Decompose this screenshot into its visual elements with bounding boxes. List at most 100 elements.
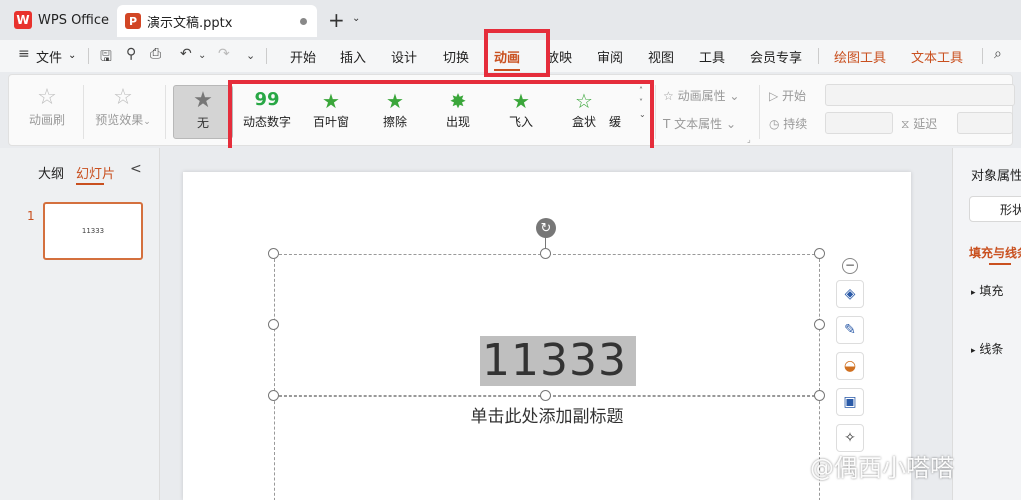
duration-label: 持续 <box>783 117 808 131</box>
redo-icon[interactable]: ↷ <box>218 46 230 62</box>
resize-handle-bottom-left[interactable] <box>268 390 279 401</box>
star-brush-icon: ☆ <box>37 85 57 110</box>
tab-design[interactable]: 设计 <box>391 47 417 66</box>
delay-label-group: ⧖ 延迟 <box>901 117 938 131</box>
preview-effect-button[interactable]: ☆ 预览效果⌄ <box>87 85 159 128</box>
tab-fill-and-line[interactable]: 填充与线条 <box>969 244 1021 261</box>
thumbnail-text: 11333 <box>81 227 105 235</box>
file-menu[interactable]: 文件 <box>36 47 62 66</box>
menu-separator <box>818 48 819 64</box>
effect-none-button[interactable]: ★ 无 <box>173 85 233 139</box>
star-filled-icon: ★ <box>193 88 213 113</box>
new-tab-button[interactable]: + <box>328 8 345 32</box>
delay-stepper[interactable] <box>957 112 1013 134</box>
hamburger-icon[interactable]: ≡ <box>18 46 30 62</box>
tab-home[interactable]: 开始 <box>290 47 316 66</box>
print-preview-icon[interactable]: ⎙ <box>150 46 161 62</box>
object-properties-title: 对象属性 <box>971 169 1021 184</box>
wps-home-tab-label: WPS Office <box>38 12 110 28</box>
undo-icon[interactable]: ↶ <box>180 46 192 62</box>
line-section-label: 线条 <box>979 342 1004 356</box>
undo-dropdown-icon[interactable]: ⌄ <box>198 50 206 61</box>
tab-slides[interactable]: 幻灯片 <box>76 163 115 182</box>
menu-separator <box>266 48 267 64</box>
resize-handle-top-left[interactable] <box>268 248 279 259</box>
menu-separator <box>88 48 89 64</box>
link-icon[interactable]: ⚲ <box>126 46 136 62</box>
document-tab[interactable]: P 演示文稿.pptx <box>117 5 317 37</box>
resize-handle-top[interactable] <box>540 248 551 259</box>
slide-navigation-panel: 大纲 幻灯片 < 1 11333 <box>0 148 160 500</box>
effect-none-label: 无 <box>196 116 209 130</box>
slide-title-text[interactable]: 11333 <box>480 336 636 386</box>
tab-outline[interactable]: 大纲 <box>38 163 64 182</box>
delay-label: 延迟 <box>913 117 938 131</box>
ribbon-separator <box>83 85 84 139</box>
duration-stepper[interactable] <box>825 112 893 134</box>
shape-options-button[interactable]: 形状 <box>969 196 1021 222</box>
fill-section-label: 填充 <box>979 284 1004 298</box>
wps-logo-icon: W <box>14 11 32 29</box>
line-section-toggle[interactable]: ▸ 线条 <box>971 340 1003 357</box>
animation-properties-button[interactable]: ☆ 动画属性 ⌄ <box>663 87 739 104</box>
object-properties-panel: 对象属性 形状 填充与线条 ▸ 填充 ▸ 线条 <box>952 148 1021 500</box>
dialog-launcher-icon[interactable]: ⌟ <box>747 135 751 144</box>
animation-brush-button[interactable]: ☆ 动画刷 <box>17 85 77 128</box>
shape-options-label: 形状 <box>1000 203 1021 217</box>
resize-handle-bottom[interactable] <box>540 390 551 401</box>
animation-properties-label: 动画属性 <box>677 89 726 103</box>
ribbon-separator <box>165 85 166 139</box>
more-chevron-icon[interactable]: ⌄ <box>246 49 255 62</box>
text-properties-button[interactable]: T 文本属性 ⌄ <box>663 115 736 132</box>
layers-icon[interactable]: ◈ <box>836 280 864 308</box>
file-menu-caret-icon[interactable]: ⌄ <box>68 50 76 61</box>
tab-tools[interactable]: 工具 <box>699 47 725 66</box>
outline-box-icon[interactable]: ▣ <box>836 388 864 416</box>
ribbon-separator <box>655 85 656 139</box>
presentation-file-icon: P <box>125 13 141 29</box>
preview-caret-icon: ⌄ <box>143 117 151 127</box>
tab-text-tools[interactable]: 文本工具 <box>911 47 963 66</box>
tab-drawing-tools[interactable]: 绘图工具 <box>834 47 886 66</box>
highlight-animation-tab <box>484 29 550 77</box>
duration-label-group: ◷ 持续 <box>769 117 808 131</box>
expand-triangle-icon: ▸ <box>971 288 976 298</box>
resize-handle-top-right[interactable] <box>814 248 825 259</box>
animation-brush-label: 动画刷 <box>28 113 65 127</box>
new-tab-dropdown-icon[interactable]: ⌄ <box>352 13 360 24</box>
tab-review[interactable]: 审阅 <box>597 47 623 66</box>
resize-handle-right[interactable] <box>814 319 825 330</box>
fill-bucket-icon[interactable]: ◒ <box>836 352 864 380</box>
tab-insert[interactable]: 插入 <box>340 47 366 66</box>
tab-member[interactable]: 会员专享 <box>750 47 802 66</box>
star-outline-icon: ☆ <box>113 85 133 110</box>
resize-handle-bottom-right[interactable] <box>814 390 825 401</box>
tab-transition[interactable]: 切换 <box>443 47 469 66</box>
start-label-group: ▷ 开始 <box>769 89 807 103</box>
save-icon[interactable]: 🖫 <box>100 46 112 70</box>
expand-triangle-icon: ▸ <box>971 346 976 356</box>
start-select[interactable] <box>825 84 1015 106</box>
resize-handle-left[interactable] <box>268 319 279 330</box>
slide-thumbnail[interactable]: 11333 <box>43 202 143 260</box>
search-icon[interactable]: ⌕ <box>994 46 1002 62</box>
fill-line-tab-underline <box>989 263 1011 265</box>
fill-section-toggle[interactable]: ▸ 填充 <box>971 282 1003 299</box>
ribbon-separator <box>759 85 760 139</box>
document-tab-label: 演示文稿.pptx <box>147 15 233 31</box>
subtitle-placeholder-text[interactable]: 单击此处添加副标题 <box>440 402 654 427</box>
collapse-panel-icon[interactable]: < <box>130 161 142 177</box>
rotate-handle-icon[interactable]: ↻ <box>536 218 556 238</box>
slides-tab-underline <box>76 183 104 185</box>
collapse-toolbar-icon[interactable]: − <box>842 258 858 274</box>
start-label: 开始 <box>782 89 807 103</box>
brush-style-icon[interactable]: ✎ <box>836 316 864 344</box>
highlight-effect-gallery <box>228 80 654 157</box>
unsaved-dot-icon[interactable] <box>300 18 307 25</box>
wps-home-tab[interactable]: W WPS Office <box>6 5 110 35</box>
slide-number: 1 <box>27 209 35 223</box>
text-properties-label: 文本属性 <box>674 117 723 131</box>
watermark-text: @偶西小嗒嗒 <box>810 454 954 482</box>
menu-separator <box>982 48 983 64</box>
tab-view[interactable]: 视图 <box>648 47 674 66</box>
